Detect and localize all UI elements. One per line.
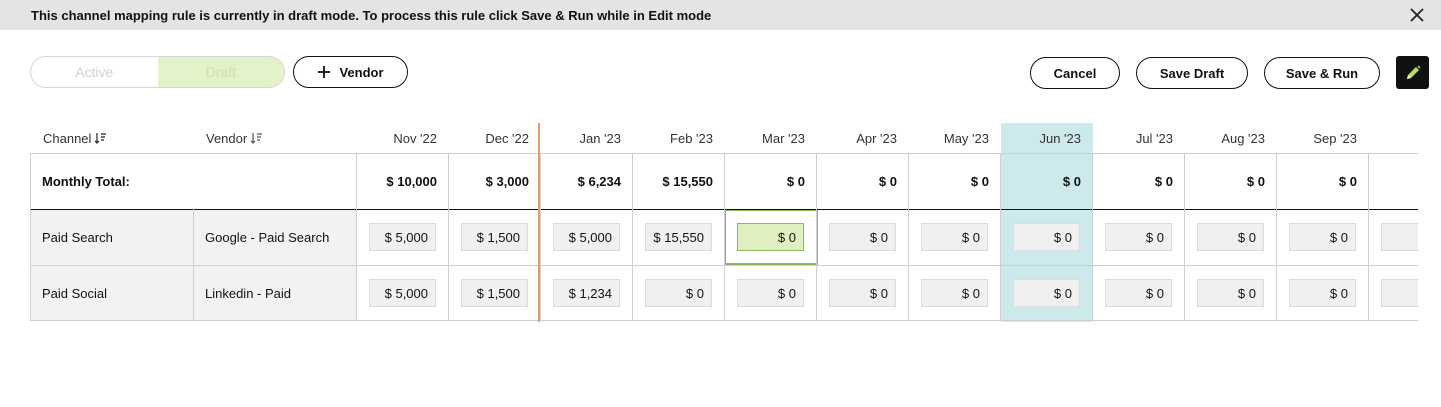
month-header: O — [1369, 123, 1418, 153]
monthly-total-value: $ 0 — [786, 173, 805, 189]
vendor-header-label: Vendor — [206, 130, 248, 146]
cancel-button[interactable]: Cancel — [1030, 57, 1120, 89]
channel-column-header[interactable]: Channel — [43, 123, 183, 153]
monthly-total-value — [1369, 153, 1418, 209]
status-option-draft[interactable]: Draft — [157, 57, 284, 87]
status-option-active[interactable]: Active — [31, 57, 158, 87]
month-header: Sep '23 — [1313, 130, 1357, 146]
banner-message: This channel mapping rule is currently i… — [31, 7, 712, 23]
budget-input[interactable]: $ 0 — [921, 223, 988, 251]
budget-input[interactable]: $ 0 — [1105, 279, 1172, 307]
budget-input[interactable]: $ 5,000 — [553, 223, 620, 251]
budget-input[interactable]: $ 1,500 — [461, 279, 528, 307]
monthly-total-value: $ 0 — [1338, 173, 1357, 189]
budget-input[interactable] — [1381, 223, 1418, 251]
column-divider — [1184, 153, 1185, 321]
budget-input[interactable]: $ 0 — [1289, 223, 1356, 251]
month-header: Feb '23 — [670, 130, 713, 146]
column-divider — [632, 153, 633, 321]
month-header: Jul '23 — [1135, 130, 1173, 146]
close-icon[interactable] — [1409, 7, 1425, 23]
budget-input[interactable]: $ 15,550 — [645, 223, 712, 251]
budget-input-selected[interactable]: $ 0 — [737, 223, 804, 251]
column-divider — [356, 153, 357, 321]
draft-mode-banner: This channel mapping rule is currently i… — [0, 0, 1441, 30]
column-divider — [30, 153, 31, 321]
vendor-cell[interactable]: Linkedin - Paid — [193, 265, 357, 321]
sort-icon[interactable] — [94, 132, 107, 144]
pencil-icon — [1406, 64, 1421, 79]
monthly-total-value: $ 10,000 — [386, 173, 437, 189]
column-divider — [1368, 153, 1369, 321]
budget-input[interactable]: $ 0 — [1197, 223, 1264, 251]
budget-input[interactable]: $ 1,234 — [553, 279, 620, 307]
budget-input[interactable]: $ 0 — [1013, 279, 1080, 307]
column-divider — [724, 153, 725, 321]
edit-mode-button[interactable] — [1396, 56, 1429, 89]
channel-cell[interactable]: Paid Social — [30, 265, 193, 321]
budget-input[interactable]: $ 5,000 — [369, 279, 436, 307]
column-divider — [1000, 153, 1001, 321]
month-header: Apr '23 — [856, 130, 897, 146]
monthly-total-label: Monthly Total: — [42, 173, 130, 189]
budget-input[interactable]: $ 0 — [1013, 223, 1080, 251]
monthly-total-value: $ 0 — [970, 173, 989, 189]
budget-input[interactable]: $ 0 — [1197, 279, 1264, 307]
column-divider — [1092, 153, 1093, 321]
column-divider — [193, 209, 194, 321]
add-vendor-button[interactable]: Vendor — [293, 56, 408, 88]
column-divider — [908, 153, 909, 321]
monthly-total-value: $ 3,000 — [485, 173, 529, 189]
month-header: Mar '23 — [762, 130, 805, 146]
plus-icon — [318, 66, 331, 78]
save-and-run-button[interactable]: Save & Run — [1264, 57, 1380, 89]
status-toggle[interactable]: Active Draft — [30, 56, 285, 88]
month-header: Dec '22 — [485, 130, 529, 146]
budget-input[interactable]: $ 0 — [829, 279, 896, 307]
month-header: Nov '22 — [393, 130, 437, 146]
monthly-total-value: $ 6,234 — [577, 173, 621, 189]
budget-input[interactable]: $ 1,500 — [461, 223, 528, 251]
month-header: May '23 — [943, 130, 989, 146]
month-header: Jun '23 — [1039, 130, 1081, 146]
current-month-marker — [538, 123, 540, 322]
sort-icon[interactable] — [250, 132, 263, 144]
budget-grid: Channel Vendor Nov '22 Dec '22 Jan '23 Feb '2… — [30, 123, 1418, 323]
channel-cell[interactable]: Paid Search — [30, 209, 193, 265]
budget-input[interactable]: $ 0 — [921, 279, 988, 307]
vendor-column-header[interactable]: Vendor — [206, 123, 346, 153]
column-divider — [1276, 153, 1277, 321]
budget-input[interactable]: $ 0 — [737, 279, 804, 307]
monthly-total-value: $ 0 — [878, 173, 897, 189]
vendor-cell[interactable]: Google - Paid Search — [193, 209, 357, 265]
column-divider — [540, 153, 541, 321]
month-header: Jan '23 — [579, 130, 621, 146]
budget-input[interactable]: $ 0 — [645, 279, 712, 307]
budget-input[interactable]: $ 0 — [1105, 223, 1172, 251]
column-divider — [448, 153, 449, 321]
monthly-total-value: $ 15,550 — [662, 173, 713, 189]
budget-input[interactable]: $ 0 — [829, 223, 896, 251]
column-divider — [816, 153, 817, 321]
save-draft-button[interactable]: Save Draft — [1136, 57, 1248, 89]
channel-header-label: Channel — [43, 130, 92, 146]
budget-input[interactable]: $ 0 — [1289, 279, 1356, 307]
monthly-total-value: $ 0 — [1246, 173, 1265, 189]
add-vendor-label: Vendor — [339, 64, 384, 80]
budget-input[interactable] — [1381, 279, 1418, 307]
monthly-total-value: $ 0 — [1062, 173, 1081, 189]
monthly-total-value: $ 0 — [1154, 173, 1173, 189]
month-header: Aug '23 — [1221, 130, 1265, 146]
budget-input[interactable]: $ 5,000 — [369, 223, 436, 251]
